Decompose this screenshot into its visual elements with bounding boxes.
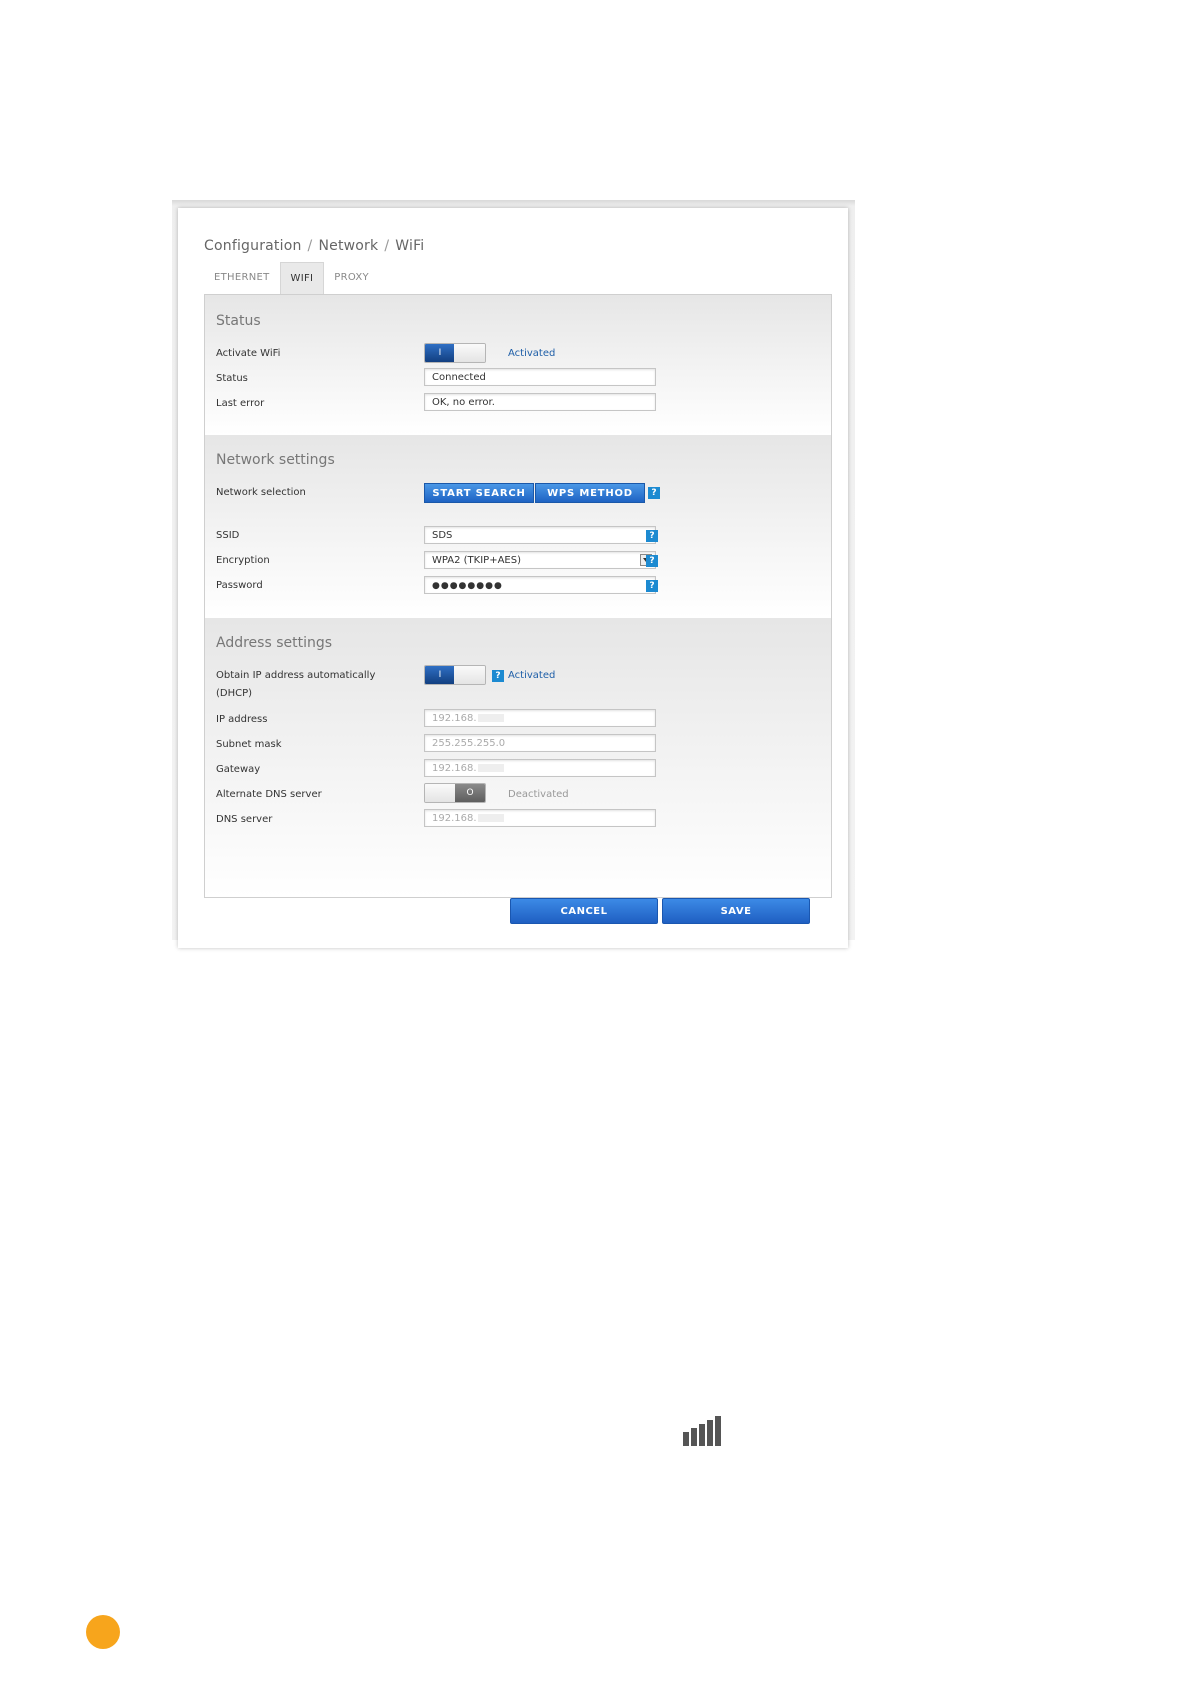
toggle-off-indicator: O (455, 784, 485, 802)
activate-wifi-state: Activated (508, 348, 556, 359)
status-section: Status Activate WiFi I Activated Status … (205, 295, 831, 436)
encryption-label: Encryption (216, 555, 270, 566)
toggle-knob (454, 344, 485, 362)
gateway-value: 192.168. (432, 763, 477, 774)
cancel-button[interactable]: CANCEL (510, 898, 658, 924)
redacted-value (477, 814, 504, 822)
last-error-label: Last error (216, 398, 265, 409)
signal-bar (683, 1432, 689, 1446)
dhcp-toggle[interactable]: I (424, 665, 486, 685)
save-button[interactable]: SAVE (662, 898, 810, 924)
wps-method-button[interactable]: WPS METHOD (535, 483, 645, 503)
help-icon[interactable]: ? (646, 580, 658, 592)
alternate-dns-state: Deactivated (508, 789, 569, 800)
help-icon[interactable]: ? (648, 487, 660, 499)
encryption-selected-value: WPA2 (TKIP+AES) (432, 555, 521, 566)
network-settings-title: Network settings (216, 452, 335, 468)
activate-wifi-toggle[interactable]: I (424, 343, 486, 363)
page-marker-dot (86, 1615, 120, 1649)
help-icon[interactable]: ? (492, 670, 504, 682)
password-label: Password (216, 580, 263, 591)
screenshot-frame: Configuration / Network / WiFi ETHERNET WIFI… (172, 200, 855, 948)
help-icon[interactable]: ? (646, 530, 658, 542)
dhcp-state: Activated (508, 670, 556, 681)
settings-content: Status Activate WiFi I Activated Status … (204, 294, 832, 898)
alternate-dns-toggle[interactable]: O (424, 783, 486, 803)
status-title: Status (216, 313, 261, 329)
redacted-value (477, 764, 504, 772)
signal-bar (691, 1428, 697, 1446)
subnet-mask-field[interactable]: 255.255.255.0 (424, 734, 656, 752)
address-settings-title: Address settings (216, 635, 333, 651)
alternate-dns-label: Alternate DNS server (216, 789, 322, 800)
ssid-input[interactable]: SDS (424, 526, 656, 544)
gateway-field[interactable]: 192.168. (424, 759, 656, 777)
breadcrumb-wifi: WiFi (395, 238, 425, 254)
tab-bar: ETHERNET WIFI PROXY (204, 262, 379, 294)
last-error-field[interactable]: OK, no error. (424, 393, 656, 411)
help-icon[interactable]: ? (646, 555, 658, 567)
breadcrumb-separator: / (307, 238, 313, 254)
toggle-on-indicator: I (425, 666, 455, 684)
status-label: Status (216, 373, 248, 384)
address-settings-section: Address settings Obtain IP address autom… (205, 618, 831, 897)
redacted-value (477, 714, 504, 722)
encryption-select[interactable]: WPA2 (TKIP+AES) (424, 551, 656, 569)
password-input[interactable]: ●●●●●●●● (424, 576, 656, 594)
signal-bars-icon (683, 1416, 723, 1446)
dhcp-label: Obtain IP address automatically (216, 670, 376, 681)
dhcp-label-suffix: (DHCP) (216, 688, 253, 699)
tab-proxy[interactable]: PROXY (324, 262, 379, 294)
toggle-on-indicator: I (425, 344, 455, 362)
network-settings-section: Network settings Network selection START… (205, 435, 831, 619)
start-search-button[interactable]: START SEARCH (424, 483, 534, 503)
ip-address-label: IP address (216, 714, 268, 725)
signal-bar (699, 1424, 705, 1446)
status-field[interactable]: Connected (424, 368, 656, 386)
toggle-knob (454, 666, 485, 684)
wifi-config-panel: Configuration / Network / WiFi ETHERNET WIFI… (178, 208, 848, 948)
toggle-knob (425, 784, 457, 802)
dns-server-label: DNS server (216, 814, 273, 825)
network-selection-label: Network selection (216, 487, 306, 498)
dns-server-field[interactable]: 192.168. (424, 809, 656, 827)
activate-wifi-label: Activate WiFi (216, 348, 281, 359)
signal-bar (707, 1420, 713, 1446)
signal-bar (715, 1416, 721, 1446)
ssid-label: SSID (216, 530, 240, 541)
subnet-mask-label: Subnet mask (216, 739, 282, 750)
breadcrumb-separator: / (384, 238, 390, 254)
breadcrumb-network[interactable]: Network (318, 238, 378, 254)
gateway-label: Gateway (216, 764, 261, 775)
tab-wifi[interactable]: WIFI (279, 262, 325, 294)
breadcrumb-configuration[interactable]: Configuration (204, 238, 302, 254)
tab-ethernet[interactable]: ETHERNET (204, 262, 280, 294)
ip-address-field[interactable]: 192.168. (424, 709, 656, 727)
dns-server-value: 192.168. (432, 813, 477, 824)
ip-address-value: 192.168. (432, 713, 477, 724)
breadcrumb: Configuration / Network / WiFi (204, 238, 424, 254)
